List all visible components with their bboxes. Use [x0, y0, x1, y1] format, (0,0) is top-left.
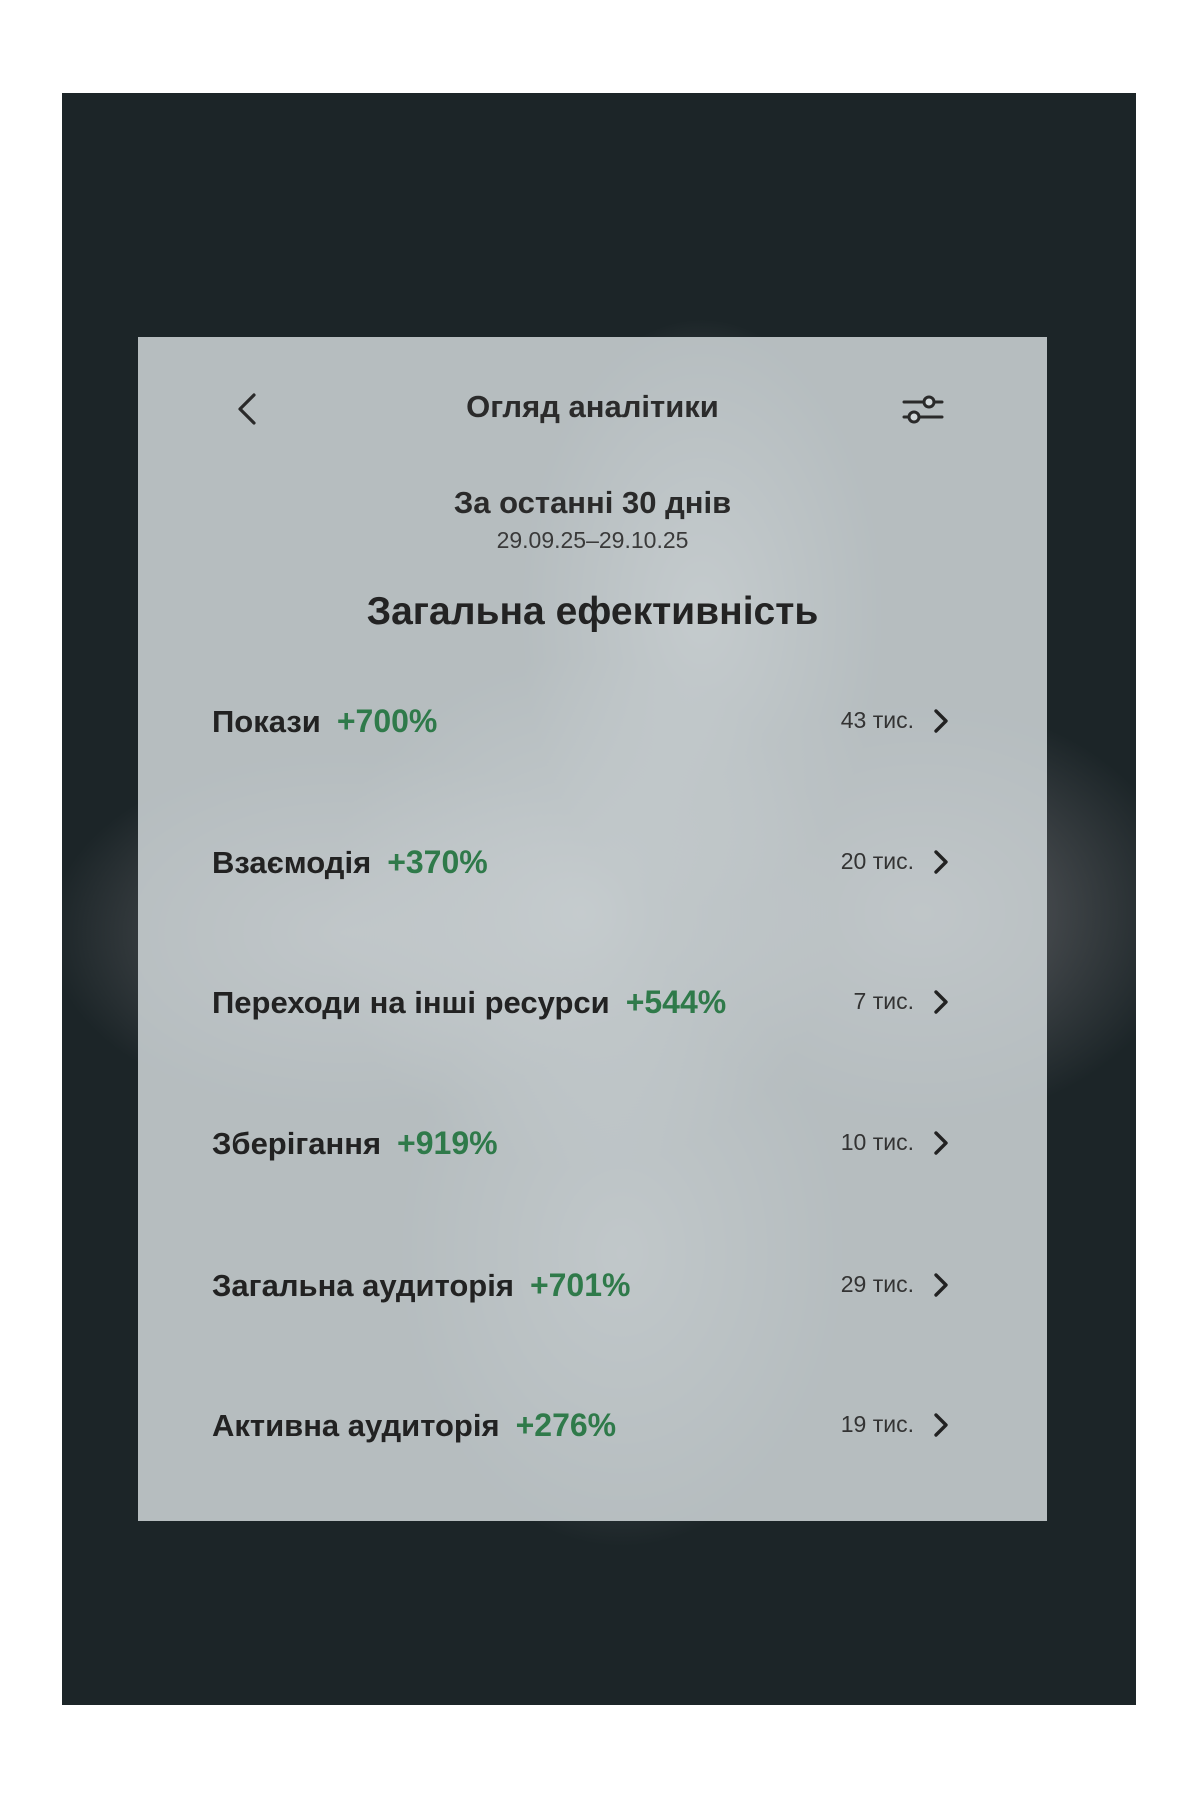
chevron-right-icon [934, 1273, 948, 1297]
metric-name: Взаємодія [212, 845, 372, 880]
metric-row-total-audience[interactable]: Загальна аудиторія +701% 29 тис. [212, 1251, 952, 1321]
section-title: Загальна ефективність [366, 590, 819, 633]
metric-label: Активна аудиторія +276% [212, 1407, 616, 1444]
metric-row-active-audience[interactable]: Активна аудиторія +276% 19 тис. [212, 1391, 952, 1461]
chevron-right-icon [934, 709, 948, 733]
date-range: 29.09.25–29.10.25 [496, 527, 689, 553]
metric-label: Загальна аудиторія +701% [212, 1267, 630, 1304]
chevron-right-icon [934, 850, 948, 874]
metric-value: 10 тис. [840, 1129, 914, 1155]
metric-label: Взаємодія +370% [212, 844, 488, 881]
metric-label: Зберігання +919% [212, 1125, 498, 1162]
metric-name: Загальна аудиторія [212, 1268, 514, 1303]
metric-change: +701% [529, 1267, 631, 1303]
metric-row-impressions[interactable]: Покази +700% 43 тис. [212, 687, 952, 757]
metric-change: +919% [397, 1125, 498, 1161]
metric-value: 29 тис. [840, 1271, 914, 1297]
metric-label: Покази +700% [212, 703, 437, 740]
analytics-panel: Огляд аналітики За останні 30 днів 29.09… [138, 337, 1047, 1521]
sliders-icon [902, 395, 944, 424]
metric-value: 7 тис. [853, 988, 914, 1014]
metric-row-interactions[interactable]: Взаємодія +370% 20 тис. [212, 828, 952, 898]
metric-change: +700% [336, 703, 438, 739]
metric-name: Покази [212, 704, 321, 739]
metric-row-link-clicks[interactable]: Переходи на інші ресурси +544% 7 тис. [212, 968, 952, 1038]
metric-name: Переходи на інші ресурси [212, 985, 610, 1020]
chevron-right-icon [934, 1131, 948, 1155]
metric-value: 20 тис. [840, 848, 914, 874]
metric-label: Переходи на інші ресурси +544% [212, 984, 726, 1021]
metric-name: Активна аудиторія [212, 1408, 500, 1443]
header-bar: Огляд аналітики [138, 337, 1047, 467]
chevron-right-icon [934, 1413, 948, 1437]
period-label: За останні 30 днів [453, 485, 732, 520]
metric-change: +370% [387, 844, 488, 880]
metric-value: 19 тис. [840, 1411, 914, 1437]
filter-button[interactable] [898, 385, 948, 435]
metric-value: 43 тис. [840, 707, 914, 733]
metric-change: +544% [625, 984, 727, 1020]
metric-change: +276% [515, 1407, 617, 1443]
metric-row-saves[interactable]: Зберігання +919% 10 тис. [212, 1109, 952, 1179]
chevron-right-icon [934, 990, 948, 1014]
metric-name: Зберігання [212, 1126, 382, 1161]
